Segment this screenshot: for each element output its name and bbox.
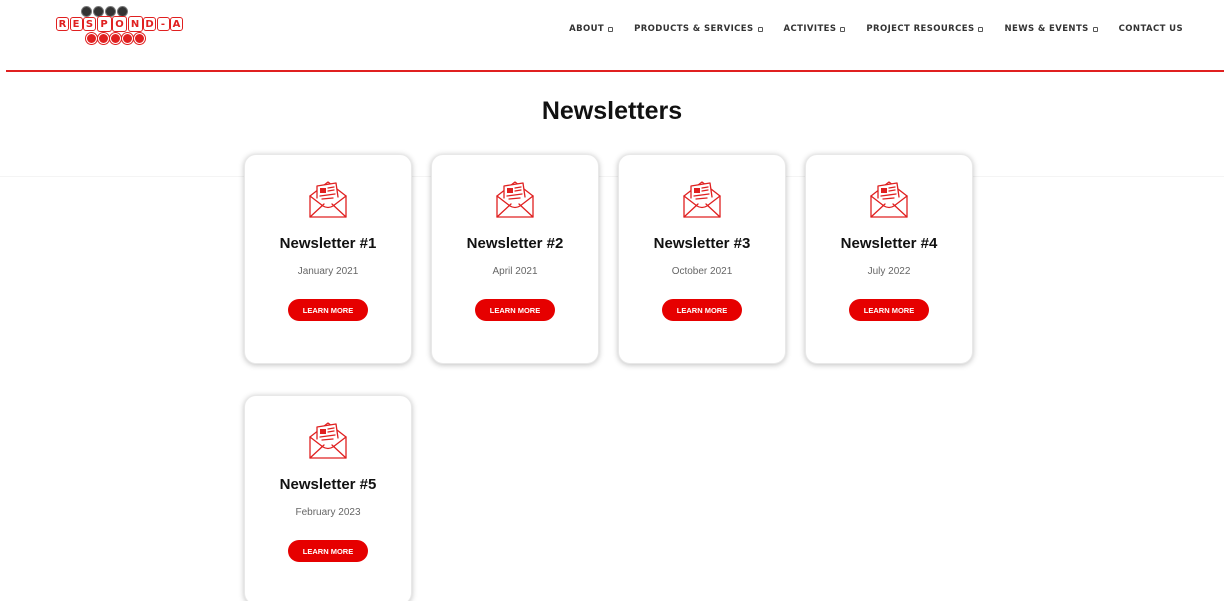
chevron-down-icon	[757, 27, 763, 32]
learn-more-button[interactable]: LEARN MORE	[849, 299, 929, 321]
logo-letter: A	[170, 17, 183, 31]
logo-badge-icon	[98, 33, 109, 44]
nav-item-label: PROJECT RESOURCES	[866, 24, 975, 34]
header-divider	[6, 70, 1224, 72]
newsletter-card-2: Newsletter #2 April 2021 LEARN MORE	[431, 154, 599, 364]
newsletter-date: October 2021	[671, 266, 733, 277]
content-section	[0, 176, 1224, 601]
newsletter-card-1: Newsletter #1 January 2021 LEARN MORE	[244, 154, 412, 364]
newsletter-date: July 2022	[867, 266, 911, 277]
site-logo[interactable]: R E S P O N D - A	[56, 6, 196, 46]
learn-more-button[interactable]: LEARN MORE	[475, 299, 555, 321]
newsletter-card-3: Newsletter #3 October 2021 LEARN MORE	[618, 154, 786, 364]
logo-letter: E	[69, 17, 83, 31]
chevron-down-icon	[978, 27, 984, 32]
nav-item-label: ABOUT	[569, 24, 605, 34]
logo-badge-icon	[122, 33, 133, 44]
logo-letter: O	[112, 16, 127, 32]
logo-letter: S	[83, 17, 96, 31]
newsletter-title: Newsletter #3	[653, 235, 751, 252]
logo-letter: R	[56, 17, 69, 31]
nav-item-news-events[interactable]: NEWS & EVENTS	[1004, 22, 1098, 36]
envelope-newsletter-icon	[309, 181, 347, 218]
newsletter-card-4: Newsletter #4 July 2022 LEARN MORE	[805, 154, 973, 364]
page-title: Newsletters	[541, 97, 683, 125]
nav-item-label: CONTACT US	[1118, 24, 1183, 34]
learn-more-button[interactable]: LEARN MORE	[288, 299, 368, 321]
newsletter-date: April 2021	[492, 266, 538, 277]
nav-item-products-services[interactable]: PRODUCTS & SERVICES	[634, 22, 763, 36]
nav-item-activites[interactable]: ACTIVITES	[784, 22, 846, 36]
chevron-down-icon	[840, 27, 846, 32]
nav-item-label: NEWS & EVENTS	[1004, 24, 1089, 34]
logo-badge-icon	[86, 33, 97, 44]
nav-item-project-resources[interactable]: PROJECT RESOURCES	[866, 22, 984, 36]
newsletter-card-5: Newsletter #5 February 2023 LEARN MORE	[244, 395, 412, 601]
chevron-down-icon	[1092, 27, 1098, 32]
logo-badge-icon	[134, 33, 145, 44]
nav-item-contact-us[interactable]: CONTACT US	[1119, 22, 1183, 36]
envelope-newsletter-icon	[870, 181, 908, 218]
logo-letter: -	[156, 17, 170, 31]
logo-badge-icon	[81, 6, 92, 17]
nav-item-about[interactable]: ABOUT	[569, 22, 614, 36]
logo-letter: D	[143, 17, 156, 31]
site-header: R E S P O N D - A ABOUT PRODUCTS & SERVI…	[0, 0, 1224, 72]
learn-more-button[interactable]: LEARN MORE	[288, 540, 368, 562]
newsletter-date: February 2023	[295, 507, 361, 518]
newsletter-date: January 2021	[297, 266, 359, 277]
chevron-down-icon	[608, 27, 614, 32]
newsletter-title: Newsletter #4	[840, 235, 938, 252]
envelope-newsletter-icon	[683, 181, 721, 218]
logo-bottom-icons	[86, 33, 145, 44]
logo-badge-icon	[110, 33, 121, 44]
envelope-newsletter-icon	[496, 181, 534, 218]
logo-letter: P	[96, 16, 112, 32]
newsletter-title: Newsletter #2	[466, 235, 564, 252]
learn-more-button[interactable]: LEARN MORE	[662, 299, 742, 321]
newsletter-title: Newsletter #5	[279, 476, 377, 493]
logo-letter: N	[127, 16, 143, 32]
logo-wordmark: R E S P O N D - A	[56, 16, 184, 32]
nav-item-label: ACTIVITES	[783, 24, 837, 34]
main-nav: ABOUT PRODUCTS & SERVICES ACTIVITES PROJ…	[569, 22, 1183, 36]
envelope-newsletter-icon	[309, 422, 347, 459]
nav-item-label: PRODUCTS & SERVICES	[634, 24, 754, 34]
newsletter-title: Newsletter #1	[279, 235, 377, 252]
